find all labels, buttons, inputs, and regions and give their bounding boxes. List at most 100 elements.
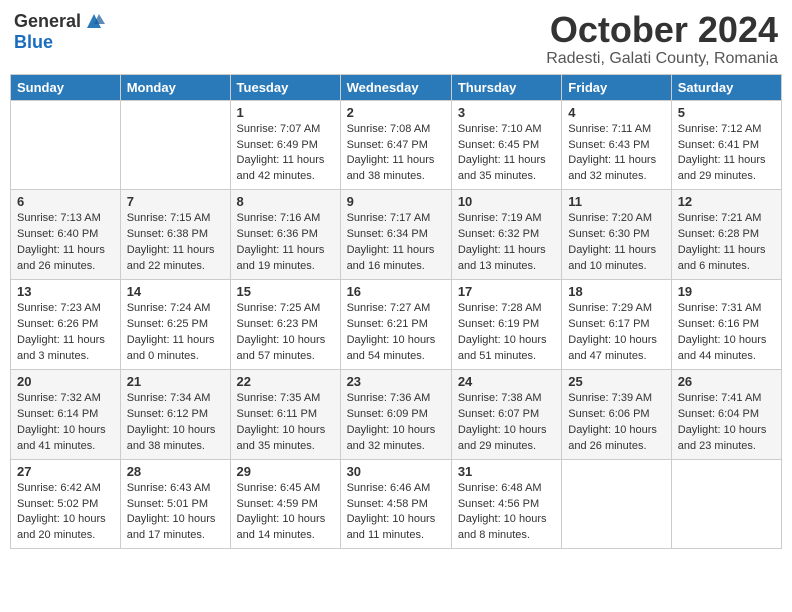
day-info: Sunrise: 7:08 AMSunset: 6:47 PMDaylight:… <box>347 122 445 186</box>
day-number: 31 <box>458 464 555 479</box>
day-number: 9 <box>347 194 445 209</box>
calendar-cell: 12 Sunrise: 7:21 AMSunset: 6:28 PMDayligh… <box>671 190 781 280</box>
calendar-cell: 18Sunrise: 7:29 AMSunset: 6:17 PMDayligh… <box>562 280 671 370</box>
day-info: Sunrise: 7:10 AMSunset: 6:45 PMDaylight:… <box>458 122 555 186</box>
day-info: Sunrise: 7:32 AMSunset: 6:14 PMDaylight:… <box>17 391 114 455</box>
calendar-cell: 13 Sunrise: 7:23 AMSunset: 6:26 PMDayligh… <box>11 280 121 370</box>
page-header: General Blue October 2024 Radesti, Galat… <box>10 10 782 68</box>
day-info: Sunrise: 7:28 AMSunset: 6:19 PMDaylight:… <box>458 301 555 365</box>
calendar-day-header: Thursday <box>451 74 561 100</box>
calendar-week-row: 20 Sunrise: 7:32 AMSunset: 6:14 PMDayligh… <box>11 369 782 459</box>
day-number: 1 <box>237 105 334 120</box>
logo-blue: Blue <box>14 32 53 53</box>
day-info: Sunrise: 7:24 AMSunset: 6:25 PMDaylight:… <box>127 301 224 365</box>
calendar-week-row: 6 Sunrise: 7:13 AMSunset: 6:40 PMDaylight… <box>11 190 782 280</box>
day-info: Sunrise: 7:31 AMSunset: 6:16 PMDaylight:… <box>678 301 775 365</box>
calendar-cell: 9 Sunrise: 7:17 AMSunset: 6:34 PMDaylight… <box>340 190 451 280</box>
day-number: 11 <box>568 194 664 209</box>
day-info: Sunrise: 7:20 AMSunset: 6:30 PMDaylight:… <box>568 211 664 275</box>
calendar-table: SundayMondayTuesdayWednesdayThursdayFrid… <box>10 74 782 550</box>
day-info: Sunrise: 7:36 AMSunset: 6:09 PMDaylight:… <box>347 391 445 455</box>
calendar-day-header: Tuesday <box>230 74 340 100</box>
calendar-cell <box>562 459 671 549</box>
day-number: 15 <box>237 284 334 299</box>
day-info: Sunrise: 6:42 AMSunset: 5:02 PMDaylight:… <box>17 481 114 545</box>
day-number: 30 <box>347 464 445 479</box>
calendar-cell: 29 Sunrise: 6:45 AMSunset: 4:59 PMDayligh… <box>230 459 340 549</box>
day-info: Sunrise: 7:38 AMSunset: 6:07 PMDaylight:… <box>458 391 555 455</box>
calendar-cell: 4Sunrise: 7:11 AMSunset: 6:43 PMDaylight… <box>562 100 671 190</box>
calendar-day-header: Saturday <box>671 74 781 100</box>
calendar-week-row: 13 Sunrise: 7:23 AMSunset: 6:26 PMDayligh… <box>11 280 782 370</box>
calendar-cell <box>120 100 230 190</box>
logo-general: General <box>14 11 81 32</box>
calendar-cell: 6 Sunrise: 7:13 AMSunset: 6:40 PMDaylight… <box>11 190 121 280</box>
calendar-week-row: 1 Sunrise: 7:07 AMSunset: 6:49 PMDaylight… <box>11 100 782 190</box>
calendar-cell: 11 Sunrise: 7:20 AMSunset: 6:30 PMDayligh… <box>562 190 671 280</box>
day-info: Sunrise: 7:35 AMSunset: 6:11 PMDaylight:… <box>237 391 334 455</box>
calendar-cell: 22 Sunrise: 7:35 AMSunset: 6:11 PMDayligh… <box>230 369 340 459</box>
day-number: 22 <box>237 374 334 389</box>
day-number: 21 <box>127 374 224 389</box>
calendar-cell <box>671 459 781 549</box>
day-info: Sunrise: 7:13 AMSunset: 6:40 PMDaylight:… <box>17 211 114 275</box>
day-info: Sunrise: 7:25 AMSunset: 6:23 PMDaylight:… <box>237 301 334 365</box>
calendar-cell: 16 Sunrise: 7:27 AMSunset: 6:21 PMDayligh… <box>340 280 451 370</box>
calendar-cell: 19 Sunrise: 7:31 AMSunset: 6:16 PMDayligh… <box>671 280 781 370</box>
calendar-cell: 15 Sunrise: 7:25 AMSunset: 6:23 PMDayligh… <box>230 280 340 370</box>
day-number: 5 <box>678 105 775 120</box>
logo-icon <box>83 10 105 32</box>
day-info: Sunrise: 7:41 AMSunset: 6:04 PMDaylight:… <box>678 391 775 455</box>
title-section: October 2024 Radesti, Galati County, Rom… <box>546 10 778 68</box>
day-number: 6 <box>17 194 114 209</box>
calendar-cell: 20 Sunrise: 7:32 AMSunset: 6:14 PMDayligh… <box>11 369 121 459</box>
calendar-cell: 8 Sunrise: 7:16 AMSunset: 6:36 PMDaylight… <box>230 190 340 280</box>
day-number: 20 <box>17 374 114 389</box>
day-number: 19 <box>678 284 775 299</box>
calendar-header-row: SundayMondayTuesdayWednesdayThursdayFrid… <box>11 74 782 100</box>
day-number: 13 <box>17 284 114 299</box>
day-number: 14 <box>127 284 224 299</box>
day-number: 4 <box>568 105 664 120</box>
calendar-cell: 31 Sunrise: 6:48 AMSunset: 4:56 PMDayligh… <box>451 459 561 549</box>
day-info: Sunrise: 7:21 AMSunset: 6:28 PMDaylight:… <box>678 211 775 275</box>
day-number: 24 <box>458 374 555 389</box>
day-info: Sunrise: 7:27 AMSunset: 6:21 PMDaylight:… <box>347 301 445 365</box>
day-info: Sunrise: 7:19 AMSunset: 6:32 PMDaylight:… <box>458 211 555 275</box>
day-info: Sunrise: 7:17 AMSunset: 6:34 PMDaylight:… <box>347 211 445 275</box>
location: Radesti, Galati County, Romania <box>546 50 778 68</box>
day-number: 10 <box>458 194 555 209</box>
calendar-cell: 1 Sunrise: 7:07 AMSunset: 6:49 PMDaylight… <box>230 100 340 190</box>
day-info: Sunrise: 6:43 AMSunset: 5:01 PMDaylight:… <box>127 481 224 545</box>
calendar-cell: 24 Sunrise: 7:38 AMSunset: 6:07 PMDayligh… <box>451 369 561 459</box>
day-number: 23 <box>347 374 445 389</box>
logo: General Blue <box>14 10 105 53</box>
day-number: 7 <box>127 194 224 209</box>
day-info: Sunrise: 7:23 AMSunset: 6:26 PMDaylight:… <box>17 301 114 365</box>
day-info: Sunrise: 6:48 AMSunset: 4:56 PMDaylight:… <box>458 481 555 545</box>
day-number: 26 <box>678 374 775 389</box>
day-info: Sunrise: 6:46 AMSunset: 4:58 PMDaylight:… <box>347 481 445 545</box>
day-info: Sunrise: 7:15 AMSunset: 6:38 PMDaylight:… <box>127 211 224 275</box>
day-info: Sunrise: 7:16 AMSunset: 6:36 PMDaylight:… <box>237 211 334 275</box>
day-number: 29 <box>237 464 334 479</box>
day-info: Sunrise: 7:29 AMSunset: 6:17 PMDaylight:… <box>568 301 664 365</box>
day-number: 3 <box>458 105 555 120</box>
day-number: 16 <box>347 284 445 299</box>
calendar-cell: 3 Sunrise: 7:10 AMSunset: 6:45 PMDaylight… <box>451 100 561 190</box>
day-number: 2 <box>347 105 445 120</box>
day-number: 12 <box>678 194 775 209</box>
calendar-cell: 10 Sunrise: 7:19 AMSunset: 6:32 PMDayligh… <box>451 190 561 280</box>
day-info: Sunrise: 7:39 AMSunset: 6:06 PMDaylight:… <box>568 391 664 455</box>
calendar-cell: 5Sunrise: 7:12 AMSunset: 6:41 PMDaylight… <box>671 100 781 190</box>
day-number: 17 <box>458 284 555 299</box>
calendar-cell: 26 Sunrise: 7:41 AMSunset: 6:04 PMDayligh… <box>671 369 781 459</box>
calendar-cell: 17 Sunrise: 7:28 AMSunset: 6:19 PMDayligh… <box>451 280 561 370</box>
day-info: Sunrise: 6:45 AMSunset: 4:59 PMDaylight:… <box>237 481 334 545</box>
day-number: 8 <box>237 194 334 209</box>
calendar-cell: 28Sunrise: 6:43 AMSunset: 5:01 PMDayligh… <box>120 459 230 549</box>
calendar-cell: 23 Sunrise: 7:36 AMSunset: 6:09 PMDayligh… <box>340 369 451 459</box>
calendar-cell: 2 Sunrise: 7:08 AMSunset: 6:47 PMDaylight… <box>340 100 451 190</box>
calendar-day-header: Monday <box>120 74 230 100</box>
day-info: Sunrise: 7:07 AMSunset: 6:49 PMDaylight:… <box>237 122 334 186</box>
